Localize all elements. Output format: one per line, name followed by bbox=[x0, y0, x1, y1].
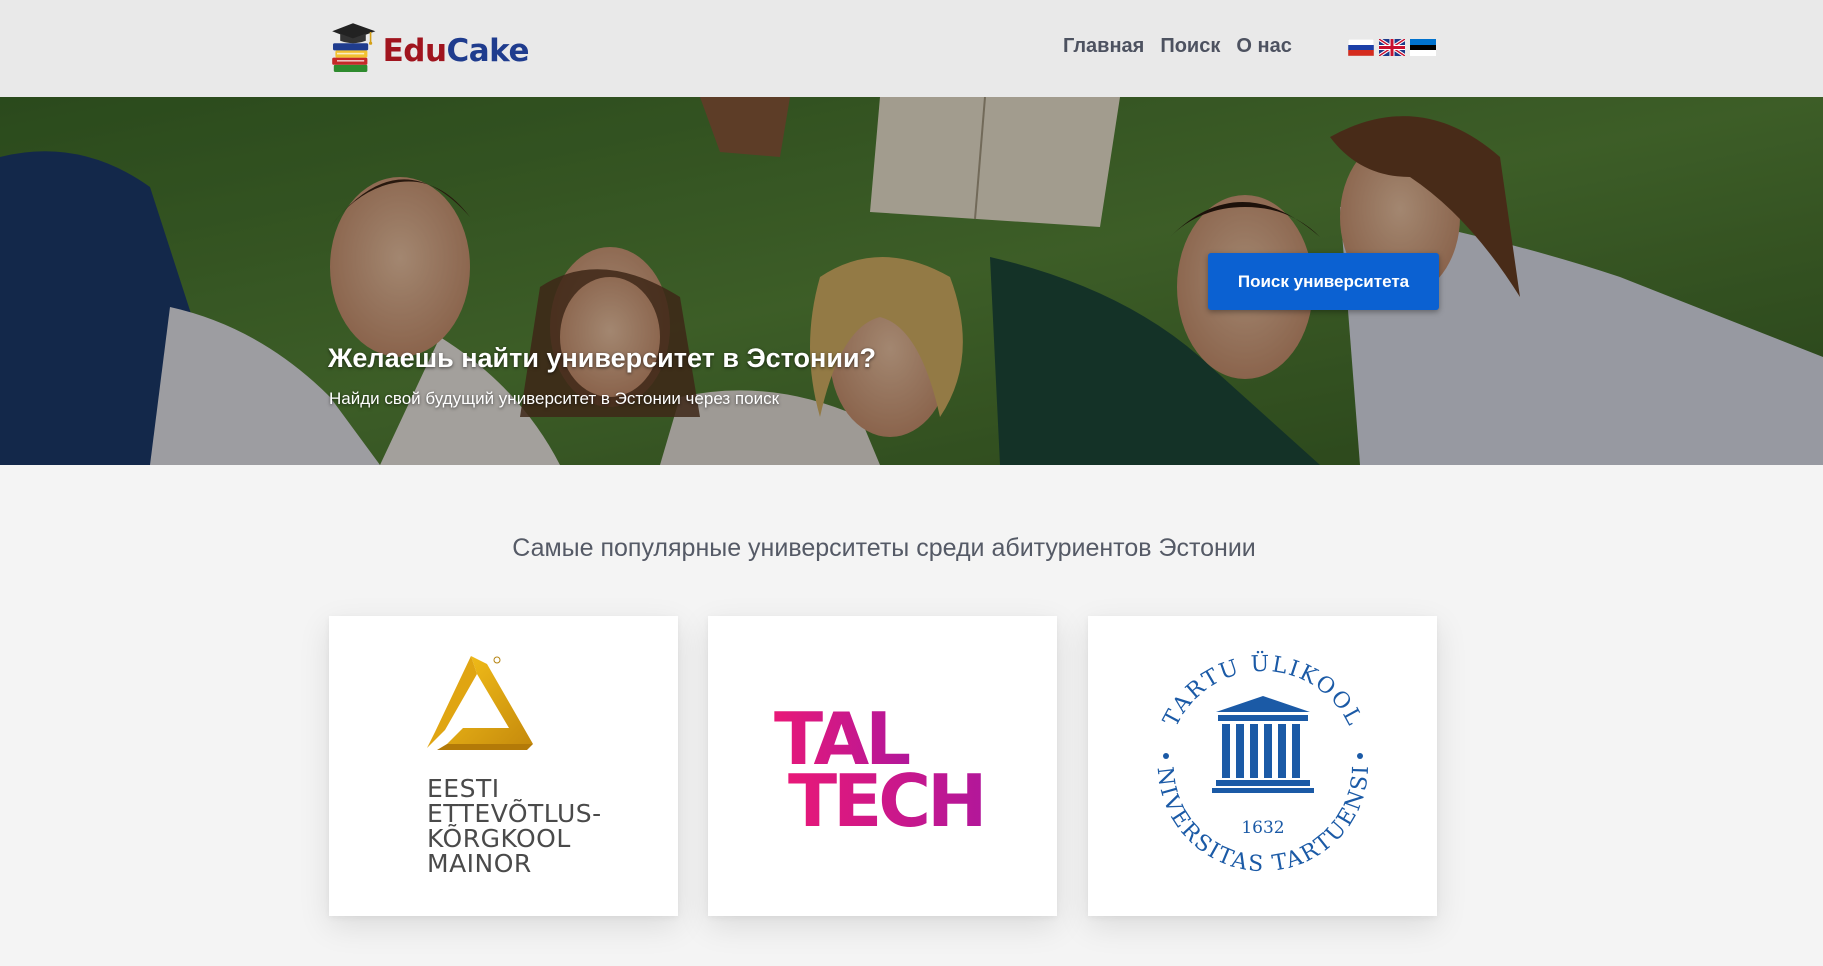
uk-flag-icon[interactable] bbox=[1379, 39, 1405, 56]
mainor-line-1: EESTI bbox=[427, 774, 500, 803]
educake-logo[interactable]: EduCake bbox=[329, 13, 530, 83]
hero-title: Желаешь найти университет в Эстонии? bbox=[328, 343, 877, 373]
nav-home-link[interactable]: Главная bbox=[1063, 35, 1144, 58]
logo-text-cake: Cake bbox=[446, 33, 530, 69]
hero-subtitle: Найди свой будущий университет в Эстонии… bbox=[329, 389, 780, 408]
site-header: EduCake Главная Поиск О нас bbox=[0, 0, 1823, 97]
university-card-mainor[interactable]: EESTI ETTEVÕTLUS- KÕRGKOOL MAINOR bbox=[329, 616, 678, 916]
university-card-taltech[interactable]: TAL TECH bbox=[708, 616, 1057, 916]
mainor-logo-text: EESTI ETTEVÕTLUS- KÕRGKOOL MAINOR bbox=[427, 776, 602, 876]
main-nav: Главная Поиск О нас bbox=[1063, 35, 1292, 58]
mainor-line-2: ETTEVÕTLUS- bbox=[427, 799, 602, 828]
search-university-button[interactable]: Поиск университета bbox=[1208, 253, 1439, 310]
university-card-tartu[interactable]: TARTU ÜLIKOOL UNIVERSITAS TARTUENSIS 163… bbox=[1088, 616, 1437, 916]
estonian-flag-icon[interactable] bbox=[1410, 39, 1436, 56]
nav-about-link[interactable]: О нас bbox=[1236, 35, 1291, 58]
logo-text: EduCake bbox=[382, 33, 530, 69]
nav-search-link[interactable]: Поиск bbox=[1160, 35, 1220, 58]
mainor-line-3: KÕRGKOOL bbox=[427, 824, 571, 853]
tartu-seal-bottom-text: UNIVERSITAS TARTUENSIS bbox=[1088, 616, 1372, 877]
russian-flag-icon[interactable] bbox=[1348, 39, 1374, 56]
mainor-line-4: MAINOR bbox=[427, 849, 532, 878]
popular-universities-heading: Самые популярные университеты среди абит… bbox=[512, 534, 1256, 562]
svg-text:UNIVERSITAS TARTUENSIS: UNIVERSITAS TARTUENSIS bbox=[1088, 616, 1374, 877]
taltech-logo-line-2: TECH bbox=[788, 759, 983, 843]
language-switcher bbox=[1348, 39, 1436, 56]
logo-text-edu: Edu bbox=[382, 33, 447, 69]
books-graduation-cap-icon bbox=[332, 23, 376, 72]
hero-banner: Желаешь найти университет в Эстонии? Най… bbox=[0, 97, 1823, 465]
tartu-seal-logo: TARTU ÜLIKOOL UNIVERSITAS TARTUENSIS 163… bbox=[1088, 616, 1374, 877]
taltech-logo: TAL TECH bbox=[774, 697, 987, 843]
tartu-seal-year: 1632 bbox=[1241, 818, 1284, 838]
hero-background-photo bbox=[0, 97, 1823, 465]
